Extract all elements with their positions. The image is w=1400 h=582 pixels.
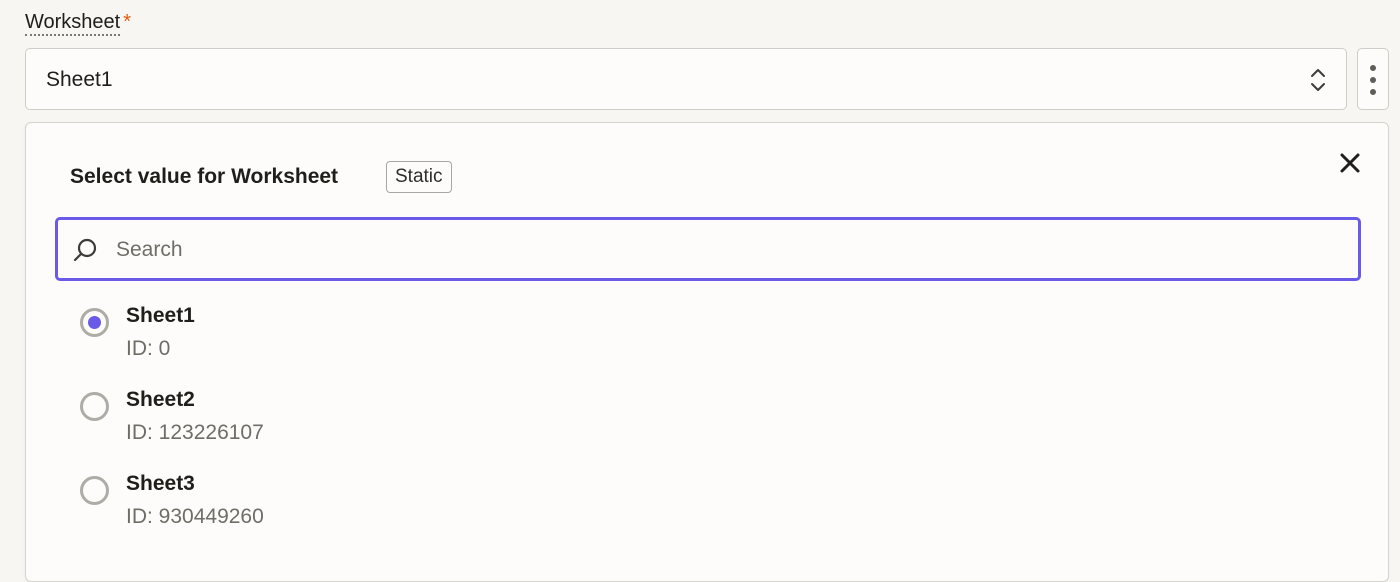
more-options-button[interactable] [1357,48,1389,110]
radio-unselected[interactable] [80,476,109,505]
worksheet-select-value: Sheet1 [46,68,113,91]
worksheet-label-text: Worksheet [25,11,121,36]
option-id: ID: 930449260 [126,505,264,528]
value-picker-panel: Select value for Worksheet Static Sheet1… [25,122,1389,582]
chevron-up-down-icon [1311,69,1325,91]
worksheet-select[interactable]: Sheet1 [25,48,1347,110]
static-badge: Static [386,161,452,193]
required-marker: * [123,11,132,33]
radio-unselected[interactable] [80,392,109,421]
search-box [55,217,1361,281]
search-input[interactable] [116,232,1336,268]
option-id: ID: 123226107 [126,421,264,444]
option-label: Sheet1 [126,304,195,327]
panel-title: Select value for Worksheet [70,165,339,188]
option-label: Sheet2 [126,388,195,411]
close-icon[interactable] [1336,149,1364,177]
worksheet-field-label: Worksheet * [25,8,131,36]
search-icon [73,238,97,262]
option-sheet3[interactable]: Sheet3 ID: 930449260 [78,471,678,541]
option-id: ID: 0 [126,337,171,360]
radio-selected[interactable] [80,308,109,337]
option-sheet2[interactable]: Sheet2 ID: 123226107 [78,387,678,457]
option-sheet1[interactable]: Sheet1 ID: 0 [78,303,678,373]
option-label: Sheet3 [126,472,195,495]
